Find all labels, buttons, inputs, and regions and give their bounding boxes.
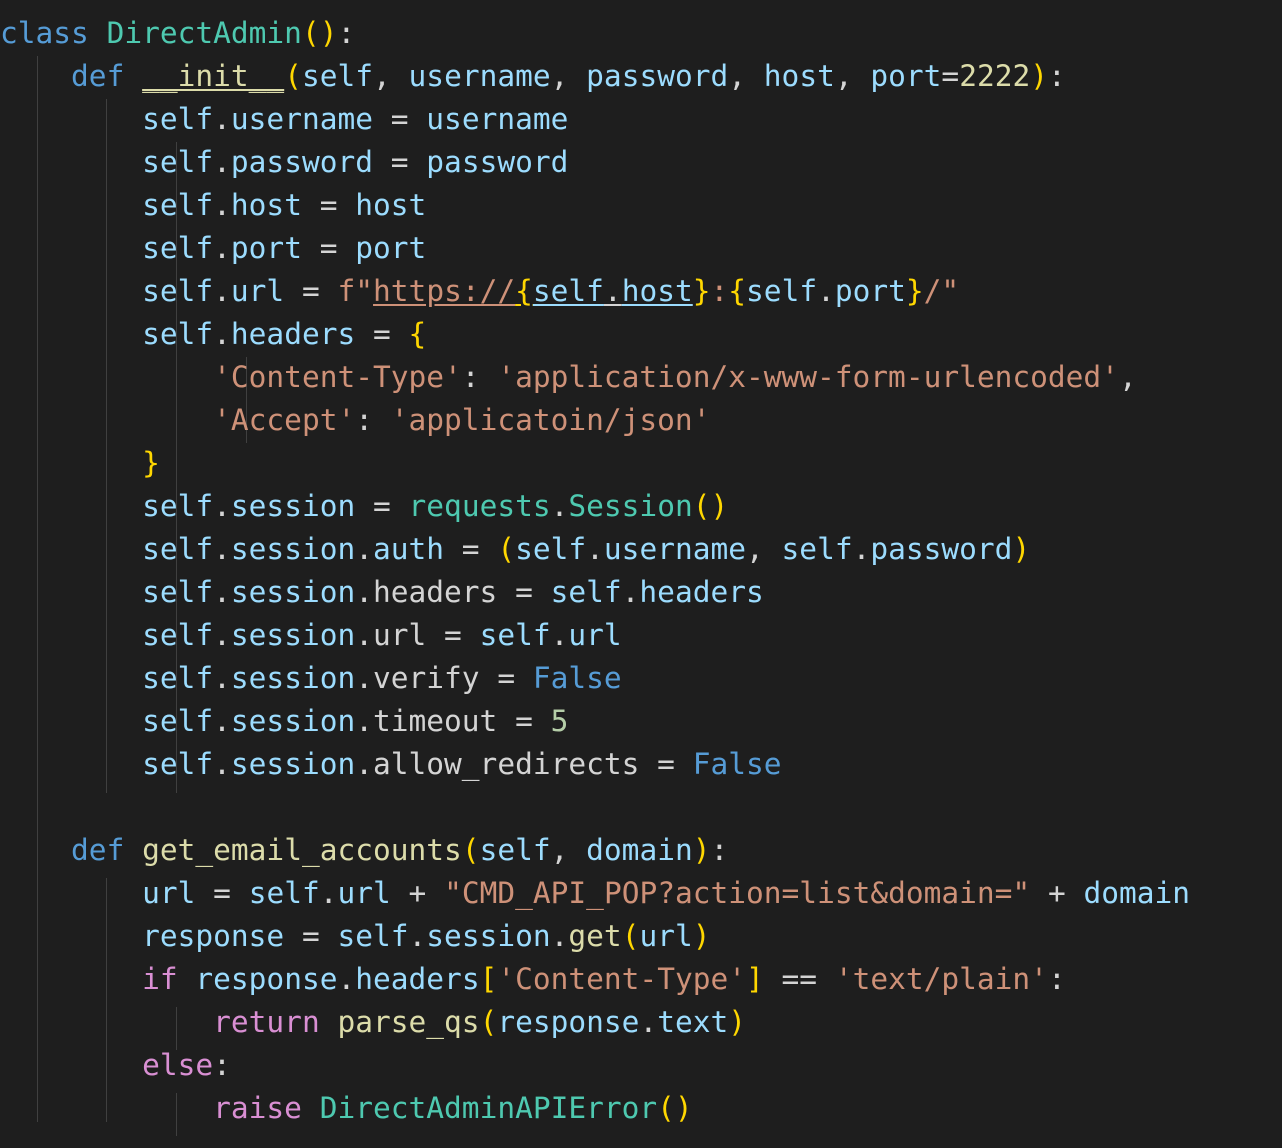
token-keyword-return: return [213,1005,320,1039]
code-line-16: self.session.verify = False [142,661,622,695]
code-line-19-blank [0,786,1282,829]
token-exception-class: DirectAdminAPIError [319,1091,658,1125]
code-line-7: self.url = f"https://{self.host}:{self.p… [142,274,960,308]
code-line-20: def get_email_accounts(self, domain): [71,833,729,867]
token-keyword-raise: raise [213,1091,302,1125]
code-editor-canvas[interactable]: class DirectAdmin(): def __init__(self, … [0,0,1282,1148]
code-line-12: self.session = requests.Session() [142,489,729,523]
token-keyword-def: def [71,59,125,93]
code-line-3: self.username = username [142,102,569,136]
token-default-port: 2222 [959,59,1031,93]
token-false-verify: False [532,661,622,695]
token-false-redirects: False [692,747,782,781]
code-line-15: self.session.url = self.url [142,618,622,652]
token-function-get-email-accounts: get_email_accounts [142,833,462,867]
code-line-14: self.session.headers = self.headers [142,575,764,609]
code-line-22: response = self.session.get(url) [142,919,711,953]
token-url-string: https:// [373,274,516,308]
token-text-plain-string: 'text/plain' [834,962,1048,996]
code-line-10: 'Accept': 'applicatoin/json' [213,403,711,437]
code-line-24: return parse_qs(response.text) [213,1005,747,1039]
token-accept-value: 'applicatoin/json' [390,403,711,437]
code-line-8: self.headers = { [142,317,427,351]
token-function-init: __init__ [142,59,285,93]
code-line-21: url = self.url + "CMD_API_POP?action=lis… [142,876,1191,910]
token-timeout-value: 5 [550,704,569,738]
token-api-path-string: "CMD_API_POP?action=list&domain=" [444,876,1031,910]
code-line-17: self.session.timeout = 5 [142,704,569,738]
source-code-block[interactable]: class DirectAdmin(): def __init__(self, … [0,12,1282,1130]
code-line-1: class DirectAdmin(): [0,16,356,50]
token-keyword-class: class [0,16,89,50]
code-line-5: self.host = host [142,188,427,222]
code-line-26: raise DirectAdminAPIError() [213,1091,693,1125]
code-line-9: 'Content-Type': 'application/x-www-form-… [213,360,1137,394]
code-line-6: self.port = port [142,231,427,265]
token-requests-module: requests [408,489,551,523]
token-accept-key: 'Accept' [213,403,356,437]
token-content-type-key: 'Content-Type' [213,360,462,394]
token-session-class: Session [568,489,693,523]
code-line-4: self.password = password [142,145,569,179]
code-line-18: self.session.allow_redirects = False [142,747,782,781]
code-line-23: if response.headers['Content-Type'] == '… [142,962,1066,996]
token-class-name: DirectAdmin [106,16,302,50]
code-line-13: self.session.auth = (self.username, self… [142,532,1031,566]
code-line-2: def __init__(self, username, password, h… [71,59,1066,93]
token-content-type-value: 'application/x-www-form-urlencoded' [497,360,1119,394]
code-line-11: } [142,446,160,480]
token-function-parse-qs: parse_qs [337,1005,480,1039]
token-keyword-if: if [142,962,178,996]
code-line-25: else: [142,1048,231,1082]
token-method-get: get [568,919,622,953]
token-keyword-def-2: def [71,833,125,867]
token-keyword-else: else [142,1048,214,1082]
